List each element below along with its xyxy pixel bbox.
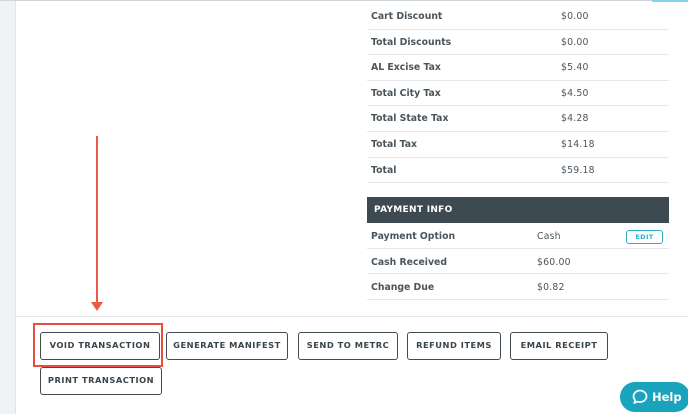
totals-label: Cart Discount: [371, 11, 443, 22]
totals-row: Total Discounts $0.00: [367, 30, 669, 56]
payment-label: Cash Received: [371, 256, 447, 268]
payment-value: $0.82: [537, 282, 565, 294]
help-label: Help: [652, 390, 682, 404]
totals-value: $4.28: [561, 113, 589, 125]
totals-row: Total Tax $14.18: [367, 132, 669, 158]
payment-info-header: PAYMENT INFO: [367, 197, 669, 223]
payment-value: Cash: [537, 231, 561, 242]
totals-value: $59.18: [561, 164, 595, 176]
totals-label: Total: [371, 164, 397, 176]
totals-value: $0.00: [561, 36, 589, 48]
totals-label: Total Discounts: [371, 36, 452, 48]
payment-value: $60.00: [537, 256, 571, 268]
totals-label: Total City Tax: [371, 87, 441, 99]
totals-value: $14.18: [561, 138, 595, 150]
annotation-arrow-head: [91, 302, 103, 311]
totals-row: Cart Discount $0.00: [367, 4, 669, 30]
totals-label: Total State Tax: [371, 113, 449, 125]
action-bar-divider: [15, 316, 688, 317]
void-transaction-button[interactable]: VOID TRANSACTION: [40, 332, 160, 360]
totals-row: Total $59.18: [367, 158, 669, 184]
send-to-metrc-button[interactable]: SEND TO METRC: [298, 332, 398, 360]
edit-payment-button[interactable]: EDIT: [626, 230, 663, 244]
totals-value: $4.50: [561, 87, 589, 99]
print-transaction-button[interactable]: PRINT TRANSACTION: [40, 367, 162, 395]
payment-row: Payment Option Cash EDIT: [367, 223, 669, 249]
refund-items-button[interactable]: REFUND ITEMS: [407, 332, 501, 360]
generate-manifest-button[interactable]: GENERATE MANIFEST: [166, 332, 288, 360]
payment-row: Cash Received $60.00: [367, 249, 669, 275]
totals-label: Total Tax: [371, 138, 418, 150]
top-accent-bar: [652, 0, 688, 2]
totals-value: $0.00: [561, 11, 589, 22]
top-border: [0, 0, 688, 1]
totals-row: Total City Tax $4.50: [367, 81, 669, 107]
totals-value: $5.40: [561, 62, 589, 74]
payment-label: Change Due: [371, 282, 435, 294]
payment-list: Payment Option Cash EDIT Cash Received $…: [367, 223, 669, 300]
payment-label: Payment Option: [371, 231, 456, 242]
help-button[interactable]: Help: [620, 382, 688, 412]
totals-list: Cart Discount $0.00 Total Discounts $0.0…: [367, 4, 669, 184]
email-receipt-button[interactable]: EMAIL RECEIPT: [510, 332, 608, 360]
annotation-arrow-line: [96, 136, 98, 304]
chat-bubble-icon: [632, 389, 648, 404]
totals-row: AL Excise Tax $5.40: [367, 55, 669, 81]
totals-row: Total State Tax $4.28: [367, 106, 669, 132]
payment-row: Change Due $0.82: [367, 274, 669, 300]
totals-label: AL Excise Tax: [371, 62, 441, 74]
